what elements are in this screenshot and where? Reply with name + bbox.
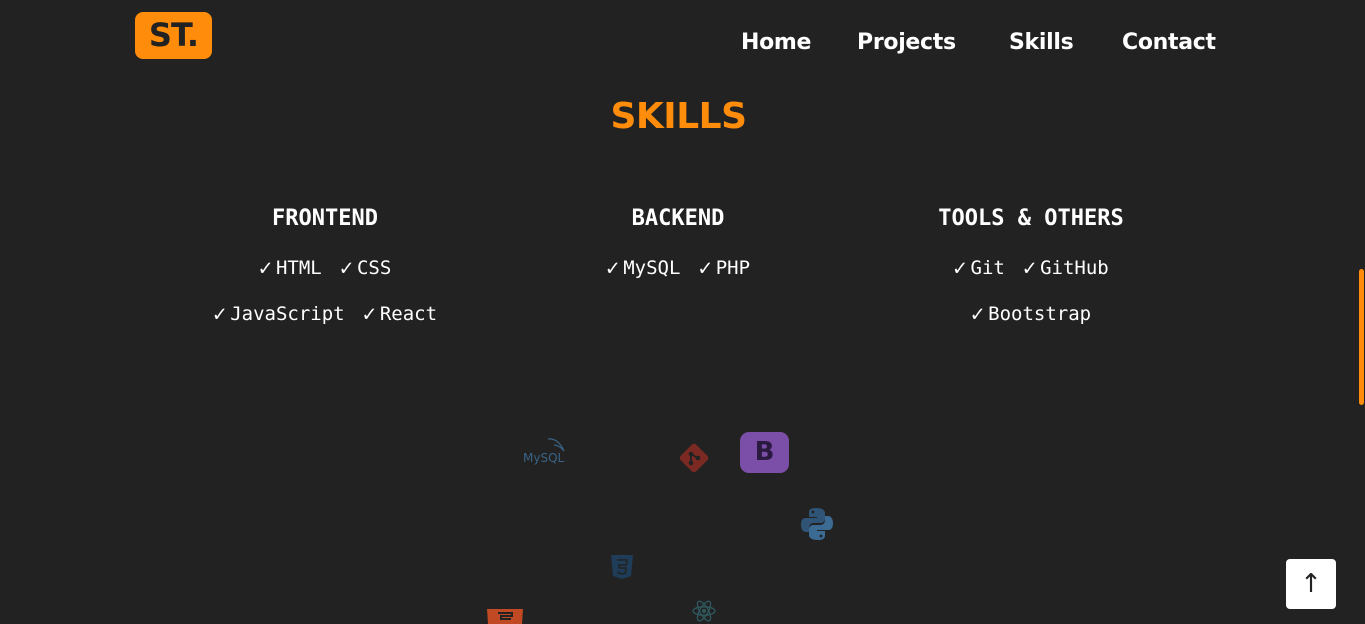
page: ST. Home Projects Skills Contact SKILLS … bbox=[0, 0, 1365, 624]
html5-icon bbox=[487, 609, 523, 624]
skill-row: ✓ HTML ✓ CSS bbox=[145, 252, 505, 298]
skill-label: JavaScript bbox=[230, 303, 345, 325]
skill-row: ✓ JavaScript ✓ React bbox=[145, 298, 505, 344]
git-icon bbox=[678, 442, 710, 474]
check-icon: ✓ bbox=[970, 302, 985, 327]
skill-label: CSS bbox=[356, 257, 392, 279]
skill-row: ✓ Git ✓ GitHub bbox=[851, 252, 1211, 298]
nav-contact-link[interactable]: Contact bbox=[1122, 30, 1216, 55]
backend-skill-list: ✓ MySQL ✓ PHP bbox=[498, 252, 858, 298]
skill-item: ✓ React bbox=[363, 298, 437, 331]
tools-heading: TOOLS & OTHERS bbox=[938, 206, 1124, 231]
check-icon: ✓ bbox=[1022, 256, 1037, 281]
arrow-up-icon: ↑ bbox=[1300, 569, 1322, 599]
mysql-icon-label: MySQL bbox=[523, 451, 565, 465]
back-to-top-button[interactable]: ↑ bbox=[1286, 559, 1336, 609]
nav-home-link[interactable]: Home bbox=[741, 30, 811, 55]
skill-item: ✓ PHP bbox=[698, 252, 750, 285]
skill-row: ✓ MySQL ✓ PHP bbox=[498, 252, 858, 298]
backend-heading: BACKEND bbox=[631, 206, 725, 231]
skill-label: Bootstrap bbox=[988, 303, 1092, 325]
check-icon: ✓ bbox=[212, 302, 227, 327]
nav-projects-link[interactable]: Projects bbox=[857, 30, 956, 55]
skill-item: ✓ MySQL bbox=[606, 252, 680, 285]
skill-row: ✓ Bootstrap bbox=[851, 298, 1211, 344]
skill-label: PHP bbox=[715, 257, 751, 279]
site-logo[interactable]: ST. bbox=[135, 12, 212, 59]
check-icon: ✓ bbox=[605, 256, 620, 281]
bootstrap-icon: B bbox=[740, 432, 789, 473]
skill-item: ✓ Bootstrap bbox=[971, 298, 1091, 331]
skill-item: ✓ JavaScript bbox=[213, 298, 345, 331]
frontend-heading: FRONTEND bbox=[272, 206, 378, 231]
python-icon bbox=[799, 506, 835, 542]
frontend-skill-list: ✓ HTML ✓ CSS ✓ JavaScript ✓ React bbox=[145, 252, 505, 344]
frontend-column: FRONTEND ✓ HTML ✓ CSS ✓ JavaScript ✓ React bbox=[145, 203, 505, 344]
backend-column: BACKEND ✓ MySQL ✓ PHP bbox=[498, 203, 858, 298]
react-icon bbox=[691, 598, 717, 624]
tools-skill-list: ✓ Git ✓ GitHub ✓ Bootstrap bbox=[851, 252, 1211, 344]
skill-label: Git bbox=[970, 257, 1005, 279]
check-icon: ✓ bbox=[339, 256, 353, 281]
skill-label: React bbox=[379, 303, 438, 325]
check-icon: ✓ bbox=[258, 256, 272, 281]
skill-item: ✓ Git bbox=[953, 252, 1005, 285]
check-icon: ✓ bbox=[362, 302, 376, 327]
check-icon: ✓ bbox=[698, 256, 712, 281]
skills-section-title: SKILLS bbox=[610, 96, 747, 137]
skill-item: ✓ HTML bbox=[259, 252, 322, 285]
tools-column: TOOLS & OTHERS ✓ Git ✓ GitHub ✓ Bootstrap bbox=[851, 203, 1211, 344]
skill-label: GitHub bbox=[1040, 257, 1109, 279]
skill-item: ✓ GitHub bbox=[1023, 252, 1109, 285]
skill-label: HTML bbox=[275, 257, 322, 279]
skill-label: MySQL bbox=[623, 257, 681, 279]
nav-skills-link[interactable]: Skills bbox=[1009, 30, 1074, 55]
skill-item: ✓ CSS bbox=[340, 252, 392, 285]
css3-icon bbox=[610, 554, 634, 580]
check-icon: ✓ bbox=[953, 256, 967, 281]
page-scrollbar-thumb[interactable] bbox=[1359, 269, 1364, 405]
